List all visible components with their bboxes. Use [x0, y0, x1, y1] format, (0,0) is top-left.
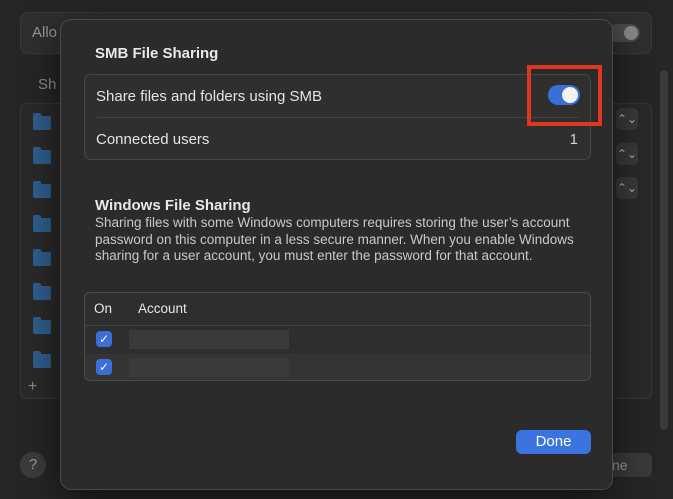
help-button[interactable]: ?: [20, 452, 46, 478]
smb-settings-group: Share files and folders using SMB Connec…: [84, 74, 591, 160]
windows-description: Sharing files with some Windows computer…: [95, 215, 574, 263]
permission-stepper[interactable]: ⌃⌄: [616, 177, 638, 199]
column-header-account[interactable]: Account: [138, 301, 187, 316]
table-row[interactable]: ✓: [85, 326, 590, 354]
folder-icon: [33, 181, 51, 198]
folder-icon: [33, 215, 51, 232]
add-folder-button[interactable]: +: [28, 378, 37, 396]
account-enabled-checkbox[interactable]: ✓: [96, 359, 112, 375]
folder-icon: [33, 283, 51, 300]
connected-users-count: 1: [569, 131, 578, 148]
redacted-account-name: [129, 330, 289, 349]
shared-folders-label: Sh: [38, 76, 57, 93]
toggle-knob: [562, 87, 578, 103]
smb-section-title: SMB File Sharing: [95, 45, 219, 62]
share-smb-toggle[interactable]: [548, 85, 580, 105]
accounts-table: On Account ✓ ✓: [84, 292, 591, 381]
folder-icon: [33, 317, 51, 334]
windows-section-title: Windows File Sharing: [95, 197, 251, 214]
connected-users-label: Connected users: [96, 131, 210, 148]
table-row[interactable]: ✓: [85, 354, 590, 380]
folder-icon: [33, 249, 51, 266]
share-smb-label: Share files and folders using SMB: [96, 88, 322, 105]
permission-stepper[interactable]: ⌃⌄: [616, 108, 638, 130]
folder-icon: [33, 113, 51, 130]
scrollbar[interactable]: [660, 70, 668, 430]
column-header-on: On: [94, 301, 113, 316]
permission-stepper[interactable]: ⌃⌄: [616, 143, 638, 165]
allow-label: Allo: [32, 24, 58, 41]
divider: [97, 117, 578, 118]
folder-icon: [33, 351, 51, 368]
smb-settings-sheet: SMB File Sharing Share files and folders…: [60, 19, 613, 490]
account-enabled-checkbox[interactable]: ✓: [96, 331, 112, 347]
done-button[interactable]: Done: [516, 430, 591, 454]
folder-icon: [33, 147, 51, 164]
redacted-account-name: [129, 358, 289, 377]
